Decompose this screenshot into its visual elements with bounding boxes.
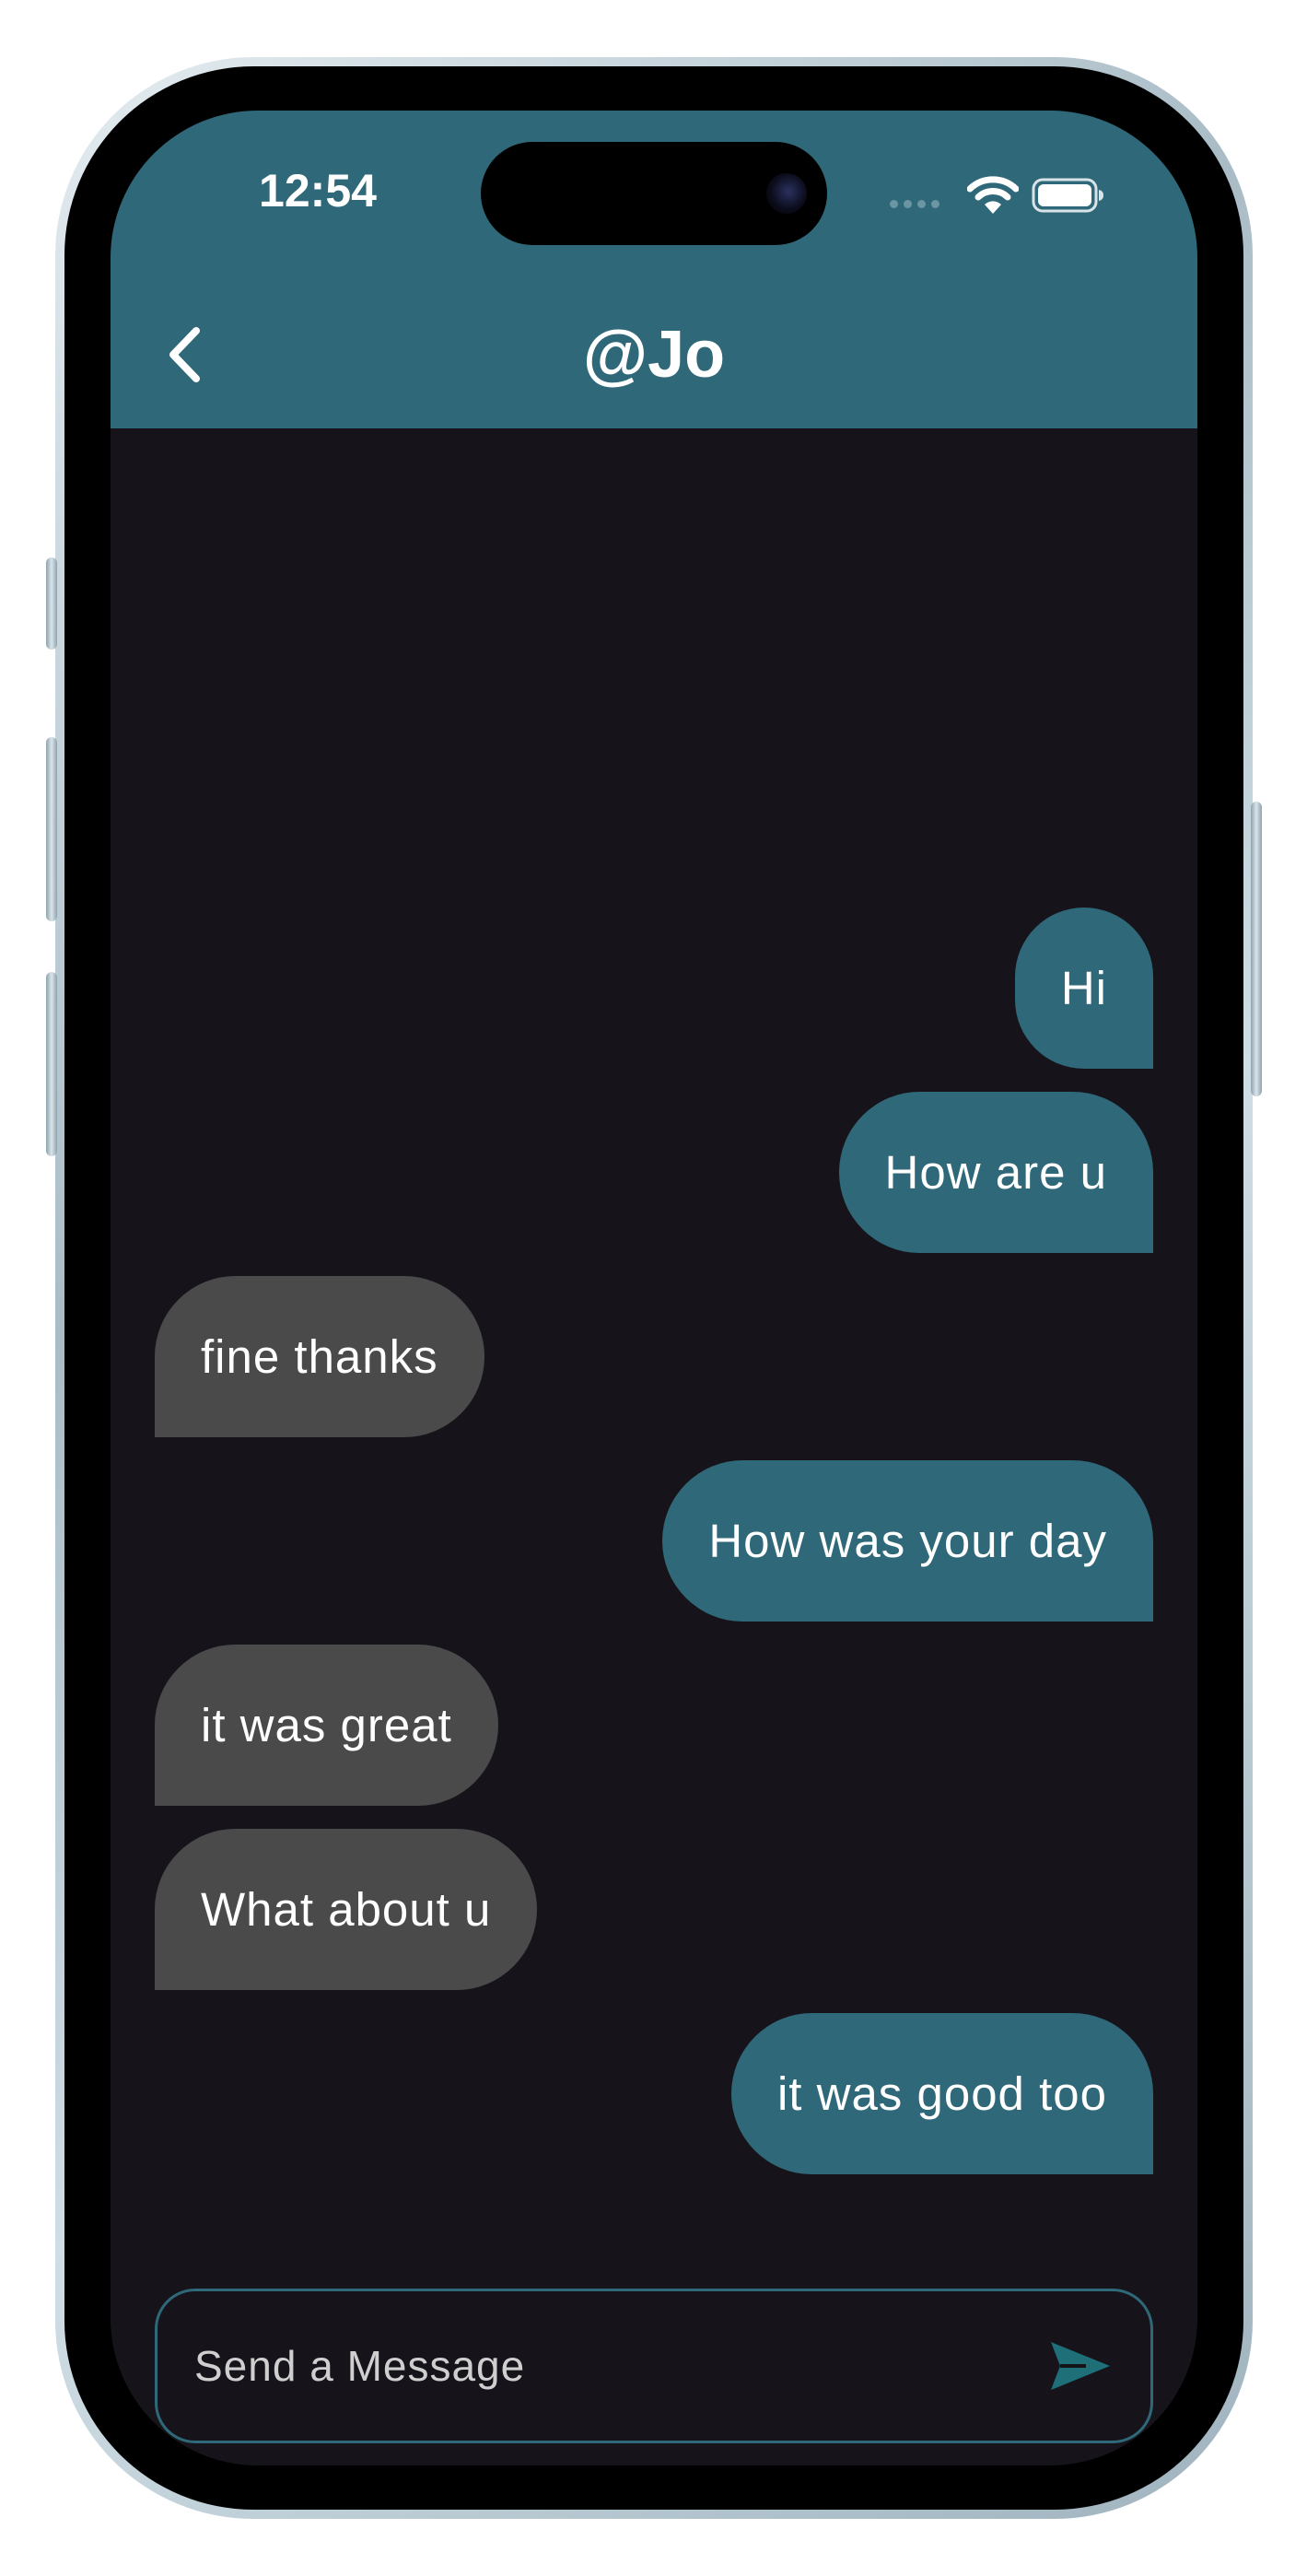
app-header: 12:54 @Jo: [111, 111, 1197, 428]
send-icon: [1051, 2342, 1110, 2390]
received-message-bubble: it was great: [155, 1645, 498, 1806]
sent-message-bubble: How was your day: [662, 1460, 1153, 1622]
front-camera: [766, 173, 807, 214]
back-button[interactable]: [147, 318, 221, 392]
sent-message-bubble: How are u: [838, 1092, 1153, 1253]
battery-icon: [1032, 178, 1103, 213]
received-message-bubble: What about u: [155, 1829, 538, 1990]
sent-message-bubble: Hi: [1014, 907, 1153, 1069]
message-composer: [155, 2289, 1153, 2443]
power-button: [1251, 802, 1262, 1096]
signal-icon: [890, 200, 939, 208]
received-message-bubble: fine thanks: [155, 1276, 484, 1437]
send-button[interactable]: [1045, 2338, 1115, 2394]
volume-down-button: [46, 972, 57, 1156]
volume-up-button: [46, 737, 57, 921]
status-time: 12:54: [259, 165, 377, 217]
screen: 12:54 @Jo Hi How are u fine thanks How w…: [111, 111, 1197, 2465]
wifi-icon: [967, 176, 1019, 214]
chat-title: @Jo: [582, 318, 726, 392]
action-button: [46, 557, 57, 650]
sent-message-bubble: it was good too: [730, 2013, 1153, 2174]
message-list: Hi How are u fine thanks How was your da…: [155, 907, 1153, 2174]
dynamic-island: [481, 142, 827, 245]
message-input[interactable]: [193, 2340, 1045, 2392]
chevron-left-icon: [169, 327, 200, 382]
